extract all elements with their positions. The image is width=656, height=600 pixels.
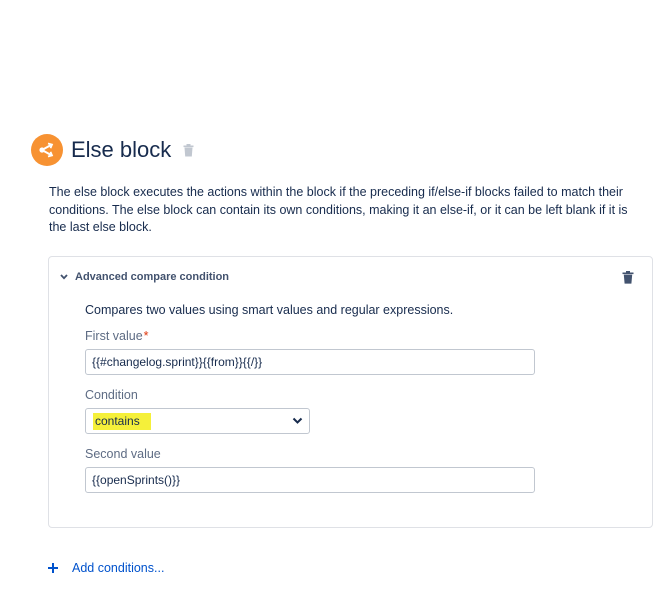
chevron-down-icon bbox=[292, 417, 303, 425]
first-value-label: First value* bbox=[85, 328, 545, 344]
block-description: The else block executes the actions with… bbox=[49, 185, 628, 234]
condition-card-title: Advanced compare condition bbox=[75, 271, 230, 283]
first-value-label-text: First value bbox=[85, 329, 143, 343]
else-block-page: Else block The else block executes the a… bbox=[0, 0, 656, 600]
second-value-input[interactable]: {{openSprints()}} bbox=[85, 467, 535, 493]
condition-card-toggle[interactable]: Advanced compare condition bbox=[59, 271, 229, 283]
first-value-input[interactable]: {{#changelog.sprint}}{{from}}{{/}} bbox=[85, 349, 535, 375]
chevron-down-icon bbox=[59, 273, 71, 281]
first-value-group: First value* {{#changelog.sprint}}{{from… bbox=[85, 328, 545, 375]
branch-icon bbox=[31, 134, 63, 166]
add-conditions-link[interactable]: Add conditions... bbox=[47, 561, 164, 575]
condition-select[interactable]: contains bbox=[85, 408, 310, 434]
required-marker: * bbox=[143, 329, 149, 343]
trash-icon[interactable] bbox=[183, 143, 194, 157]
condition-selected-value: contains bbox=[93, 412, 151, 430]
second-value-group: Second value {{openSprints()}} bbox=[85, 446, 545, 493]
plus-icon bbox=[47, 562, 61, 574]
condition-label: Condition bbox=[85, 388, 138, 402]
condition-group: Condition contains bbox=[85, 387, 545, 434]
block-title: Else block bbox=[71, 137, 172, 162]
second-value-label: Second value bbox=[85, 447, 161, 461]
advanced-compare-condition-card: Advanced compare condition Compares two … bbox=[48, 256, 653, 528]
condition-description: Compares two values using smart values a… bbox=[85, 303, 454, 317]
add-conditions-label: Add conditions... bbox=[72, 561, 165, 575]
trash-icon[interactable] bbox=[622, 271, 634, 284]
block-header: Else block bbox=[31, 134, 194, 166]
condition-card-body: Compares two values using smart values a… bbox=[85, 301, 545, 493]
